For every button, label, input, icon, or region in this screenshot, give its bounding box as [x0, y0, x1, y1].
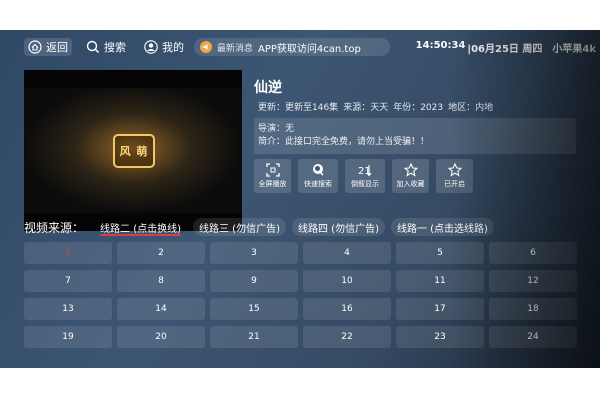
source-label: 视频来源： [24, 220, 85, 235]
mine-label: 我的 [162, 41, 184, 54]
user-icon [144, 40, 158, 54]
source-line-4[interactable]: 线路四 (勿信广告) [291, 218, 385, 236]
sort-icon: 21 [358, 165, 372, 177]
episode-button[interactable]: 9 [210, 270, 298, 292]
video-logo: 风 萌 [113, 134, 155, 168]
episode-button[interactable]: 2 [117, 242, 205, 264]
reverse-order-button[interactable]: 21 倒叙显示 [345, 159, 385, 193]
episode-button[interactable]: 1 [24, 242, 112, 264]
action-bar: 全屏播放 快速搜索 21 倒叙显示 加入收藏 已开启 [254, 159, 473, 193]
video-meta: 更新：更新至146集 来源：天天 年份：2023 地区：内地 [258, 100, 493, 113]
reverse-order-label: 倒叙显示 [351, 180, 379, 188]
add-favorite-label: 加入收藏 [396, 180, 425, 188]
episode-button[interactable]: 24 [489, 326, 577, 348]
update-info: 更新：更新至146集 [258, 103, 339, 113]
search-button[interactable]: 搜索 [82, 38, 130, 56]
intro-text: 简介：此接口完全免费，请勿上当受骗！！ [258, 137, 430, 147]
video-title: 仙逆 [254, 80, 282, 96]
episode-button[interactable]: 13 [24, 298, 112, 320]
source-selector: 视频来源： 线路二 (点击换线) 线路三 (勿信广告) 线路四 (勿信广告) 线… [24, 218, 494, 236]
mine-button[interactable]: 我的 [140, 38, 188, 56]
episode-button[interactable]: 19 [24, 326, 112, 348]
star-icon [403, 163, 418, 177]
episode-button[interactable]: 7 [24, 270, 112, 292]
megaphone-icon [200, 41, 212, 53]
episode-button[interactable]: 23 [396, 326, 484, 348]
episode-button[interactable]: 10 [303, 270, 391, 292]
director-info: 导演：无 [258, 124, 295, 134]
search-label: 搜索 [104, 41, 126, 54]
search-icon [86, 40, 100, 54]
episode-button[interactable]: 18 [489, 298, 577, 320]
enabled-label: 已开启 [444, 180, 465, 188]
add-favorite-button[interactable]: 加入收藏 [392, 159, 429, 193]
news-text: APP获取访问4can.top [258, 43, 361, 55]
news-ticker[interactable]: 最新消息 APP获取访问4can.top [194, 38, 390, 56]
time-text: 14:50:34 [415, 40, 466, 51]
episode-button[interactable]: 6 [489, 242, 577, 264]
video-player[interactable]: 风 萌 [24, 70, 242, 231]
description-box: 导演：无 简介：此接口完全免费，请勿上当受骗！！ [254, 118, 576, 154]
region-info: 地区：内地 [448, 103, 494, 113]
news-tag: 最新消息 [217, 43, 254, 54]
search-icon [313, 164, 324, 176]
episode-button[interactable]: 4 [303, 242, 391, 264]
status-clock: 14:50:34 |06月25日 周四 小苹果4k [416, 40, 596, 55]
episode-button[interactable]: 20 [117, 326, 205, 348]
episode-button[interactable]: 11 [396, 270, 484, 292]
back-button[interactable]: 返回 [24, 38, 72, 56]
back-label: 返回 [46, 41, 68, 54]
home-icon [28, 40, 42, 54]
episode-button[interactable]: 14 [117, 298, 205, 320]
episode-button[interactable]: 17 [396, 298, 484, 320]
episode-button[interactable]: 5 [396, 242, 484, 264]
fullscreen-label: 全屏播放 [258, 180, 287, 188]
brand-text: 小苹果4k [552, 44, 596, 55]
source-line-2[interactable]: 线路二 (点击换线) [94, 218, 187, 236]
episode-button[interactable]: 8 [117, 270, 205, 292]
quick-search-button[interactable]: 快速搜索 [298, 159, 338, 193]
episode-grid: 1 2 3 4 5 6 7 8 9 10 11 12 13 14 15 16 17 18 19 20 21 22 23 24 [24, 242, 577, 348]
quick-search-label: 快速搜索 [304, 180, 332, 188]
source-line-3[interactable]: 线路三 (勿信广告) [193, 218, 286, 236]
star-icon [447, 163, 462, 177]
episode-button[interactable]: 16 [303, 298, 391, 320]
episode-button[interactable]: 21 [210, 326, 298, 348]
year-info: 年份：2023 [393, 103, 444, 113]
app-screen: 返回 搜索 我的 最新消息 APP获取访问4can.top 14:50:34 |… [0, 30, 600, 368]
date-text: |06月25日 周四 [467, 44, 543, 55]
fullscreen-icon [265, 163, 280, 177]
fullscreen-button[interactable]: 全屏播放 [254, 159, 291, 193]
episode-button[interactable]: 15 [210, 298, 298, 320]
source-line-1[interactable]: 线路一 (点击选线路) [390, 218, 494, 236]
source-info: 来源：天天 [343, 103, 389, 113]
top-bar: 返回 搜索 我的 最新消息 APP获取访问4can.top 14:50:34 |… [0, 30, 600, 64]
episode-button[interactable]: 22 [303, 326, 391, 348]
enabled-toggle-button[interactable]: 已开启 [436, 159, 473, 193]
episode-button[interactable]: 3 [210, 242, 298, 264]
episode-button[interactable]: 12 [489, 270, 577, 292]
